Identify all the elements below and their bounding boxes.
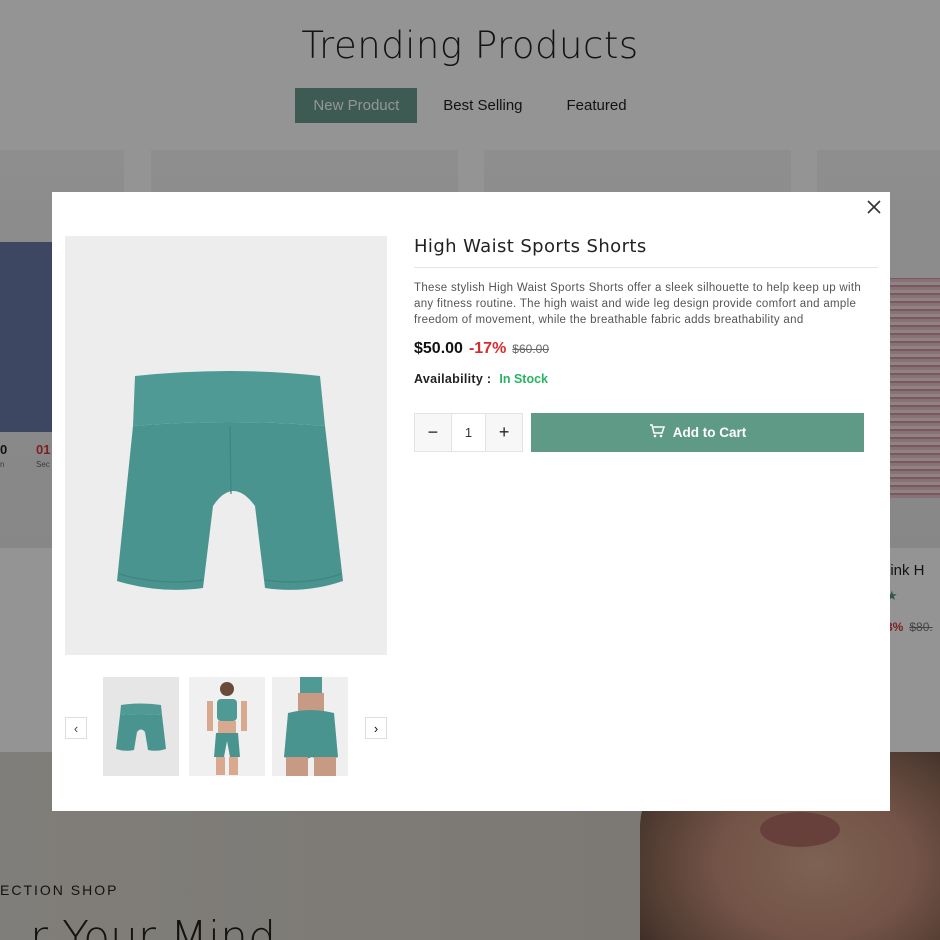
price-row: $50.00 -17% $60.00: [414, 340, 878, 358]
plus-icon[interactable]: +: [486, 414, 522, 451]
add-to-cart-button[interactable]: Add to Cart: [531, 413, 864, 452]
shorts-image: [117, 371, 343, 590]
add-to-cart-label: Add to Cart: [672, 425, 747, 440]
thumbnail-shorts[interactable]: [103, 677, 179, 776]
old-price: $60.00: [512, 342, 549, 356]
availability-status: In Stock: [499, 372, 548, 386]
thumbnail-model-front[interactable]: [189, 677, 265, 776]
chevron-right-icon[interactable]: ›: [365, 717, 387, 739]
thumbnail-model-back[interactable]: [272, 677, 348, 776]
quick-view-modal: ‹ › High Waist Sports Shorts These styli…: [52, 192, 890, 811]
quantity-stepper: − 1 +: [414, 413, 523, 452]
minus-icon[interactable]: −: [415, 414, 451, 451]
current-price: $50.00: [414, 340, 463, 357]
product-main-image[interactable]: [65, 236, 387, 655]
cart-icon: [649, 423, 665, 442]
availability-row: Availability : In Stock: [414, 372, 878, 386]
product-title: High Waist Sports Shorts: [414, 236, 878, 268]
discount-percent: -17%: [468, 340, 507, 357]
close-icon[interactable]: [866, 199, 882, 215]
product-info: High Waist Sports Shorts These stylish H…: [414, 236, 878, 452]
quantity-input[interactable]: 1: [450, 414, 487, 451]
product-description: These stylish High Waist Sports Shorts o…: [414, 282, 862, 326]
chevron-left-icon[interactable]: ‹: [65, 717, 87, 739]
add-to-cart-row: − 1 + Add to Cart: [414, 413, 878, 452]
availability-label: Availability :: [414, 372, 492, 386]
thumbnail-carousel: ‹ ›: [65, 677, 387, 777]
